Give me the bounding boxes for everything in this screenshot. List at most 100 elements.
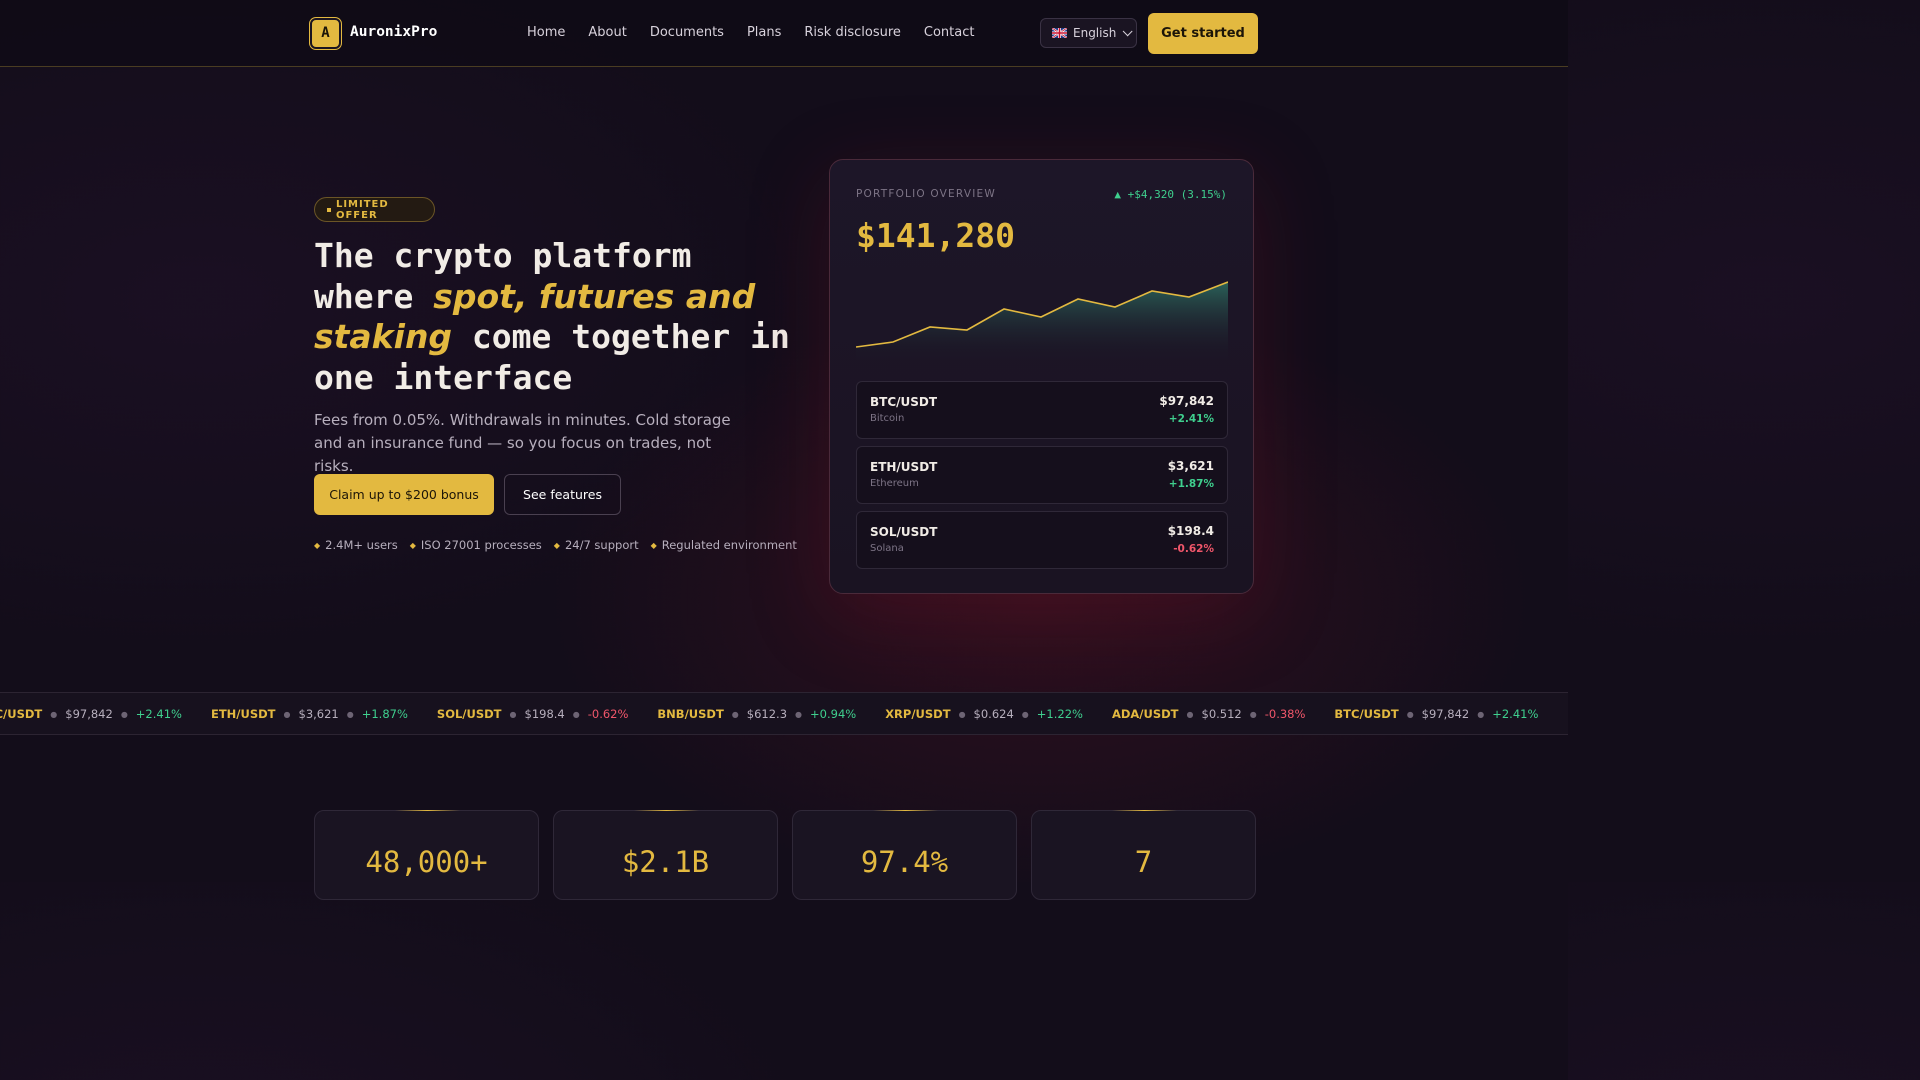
ticker-price: $198.4	[524, 707, 565, 721]
asset-change: -0.62%	[1173, 543, 1214, 555]
ticker-item: ETH/USDT●$3,621●+1.87%	[1567, 707, 1568, 721]
separator-dot-icon: ●	[1406, 709, 1414, 719]
ticker-change: +1.87%	[361, 707, 408, 721]
ticker-item: SOL/USDT ● $198.4 ● -0.62%	[437, 707, 629, 721]
ticker-price: $97,842	[65, 707, 113, 721]
ticker-price: $97,842	[1421, 707, 1470, 721]
stat-value: 7	[1134, 845, 1153, 879]
diamond-icon: ◆	[553, 541, 560, 550]
ticker-change: +2.41%	[135, 707, 182, 721]
ticker-item: ADA/USDT ● $0.512 ● -0.38%	[1112, 707, 1305, 721]
separator-dot-icon: ●	[1477, 709, 1485, 719]
ticker-pair: BTC/USDT	[1334, 707, 1399, 721]
separator-dot-icon: ●	[795, 709, 803, 719]
badge-label: LIMITED OFFER	[335, 198, 389, 221]
brand-name[interactable]: AuronixPro	[350, 24, 437, 40]
ticker-pair: ETH/USDT	[1567, 707, 1568, 721]
chevron-down-icon	[1123, 25, 1133, 36]
nav-link-documents[interactable]: Documents	[650, 25, 724, 40]
stat-accent-line	[395, 810, 460, 811]
stat-card: $2.1B	[553, 810, 778, 900]
stat-value: $2.1B	[621, 845, 710, 879]
trust-item: ◆ 2.4M+ users	[314, 538, 398, 552]
diamond-icon: ◆	[409, 541, 416, 550]
hero-title: The crypto platform where spot, futures …	[314, 236, 794, 398]
separator-dot-icon: ●	[50, 709, 58, 719]
ticker-item: BTC/USDT ● $97,842 ● +2.41%	[1334, 707, 1538, 721]
ticker-change: -0.38%	[1264, 707, 1306, 721]
badge-dot-icon	[327, 207, 331, 212]
ticker-item: ETH/USDT●$3,621●+1.87%	[211, 707, 408, 721]
price-ticker: BTC/USDT ● $97,842 ● +2.41% ETH/USDT ● $3,621 ● +…	[0, 692, 1568, 735]
trust-item: ◆ Regulated environment	[650, 538, 797, 552]
language-label: English	[1073, 26, 1117, 40]
ticker-pair: XRP/USDT	[885, 707, 951, 721]
nav-link-plans[interactable]: Plans	[747, 25, 781, 40]
asset-change: +1.87%	[1168, 478, 1214, 490]
ticker-change: +1.22%	[1036, 707, 1083, 721]
portfolio-total: $141,280	[856, 216, 1015, 255]
ticker-pair: BNB/USDT	[657, 707, 724, 721]
ticker-pair: BTC/USDT	[0, 707, 43, 721]
asset-row-sol[interactable]: SOL/USDT Solana $198.4 -0.62%	[856, 511, 1228, 569]
separator-dot-icon: ●	[1186, 709, 1194, 719]
asset-change: +2.41%	[1168, 413, 1214, 425]
ticker-change: -0.62%	[587, 707, 629, 721]
nav-link-risk-disclosure[interactable]: Risk disclosure	[804, 25, 901, 40]
separator-dot-icon: ●	[958, 709, 966, 719]
ticker-pair: SOL/USDT	[436, 707, 502, 721]
asset-price: $198.4	[1167, 524, 1214, 538]
get-started-button[interactable]: Get started	[1148, 13, 1258, 54]
ticker-track: BTC/USDT ● $97,842 ● +2.41% ETH/USDT ● $3,621 ● +…	[0, 707, 1568, 721]
stat-accent-line	[634, 810, 699, 811]
limited-offer-badge: LIMITED OFFER	[314, 197, 435, 222]
brand-logo-icon[interactable]: A	[310, 18, 341, 49]
portfolio-sparkline	[856, 281, 1228, 365]
ticker-price: $0.512	[1201, 707, 1242, 721]
asset-row-btc[interactable]: BTC/USDT Bitcoin $97,842 +2.41%	[856, 381, 1228, 439]
stat-value: 97.4%	[860, 845, 949, 879]
language-select[interactable]: English	[1040, 18, 1137, 48]
separator-dot-icon: ●	[1021, 709, 1029, 719]
ticker-price: $3,621	[298, 707, 339, 721]
asset-pair: ETH/USDT	[870, 460, 938, 474]
trust-item: ◆ 24/7 support	[553, 538, 639, 552]
ticker-change: +0.94%	[810, 707, 857, 721]
stat-accent-line	[1112, 810, 1177, 811]
nav-link-contact[interactable]: Contact	[924, 25, 975, 40]
separator-dot-icon: ●	[283, 709, 291, 719]
see-features-button[interactable]: See features	[504, 474, 621, 515]
uk-flag-icon	[1052, 28, 1067, 38]
diamond-icon: ◆	[650, 541, 657, 550]
stat-card: 97.4%	[792, 810, 1017, 900]
top-navbar: A AuronixPro Home About Documents Plans …	[0, 0, 1568, 67]
ticker-price: $0.624	[973, 707, 1014, 721]
ticker-item: BTC/USDT ● $97,842 ● +2.41%	[0, 707, 182, 721]
trust-item: ◆ ISO 27001 processes	[409, 538, 542, 552]
hero-subtitle: Fees from 0.05%. Withdrawals in minutes.…	[314, 411, 731, 475]
separator-dot-icon: ●	[731, 709, 739, 719]
nav-link-about[interactable]: About	[588, 25, 626, 40]
separator-dot-icon: ●	[572, 709, 580, 719]
asset-name: Ethereum	[870, 478, 919, 489]
stat-card: 48,000+	[314, 810, 539, 900]
nav-links: Home About Documents Plans Risk disclosu…	[527, 25, 997, 40]
stat-accent-line	[873, 810, 938, 811]
trust-indicators: ◆ 2.4M+ users ◆ ISO 27001 processes ◆ 24/7 …	[314, 538, 809, 552]
ticker-pair: ADA/USDT	[1111, 707, 1179, 721]
ticker-pair: ETH/USDT	[210, 707, 276, 721]
asset-pair: SOL/USDT	[870, 525, 938, 539]
ticker-item: XRP/USDT ● $0.624 ● +1.22%	[885, 707, 1083, 721]
separator-dot-icon: ●	[120, 709, 128, 719]
asset-pair: BTC/USDT	[870, 395, 938, 409]
nav-link-home[interactable]: Home	[527, 25, 565, 40]
asset-name: Bitcoin	[870, 413, 905, 424]
ticker-change: +2.41%	[1492, 707, 1539, 721]
asset-row-eth[interactable]: ETH/USDT Ethereum $3,621 +1.87%	[856, 446, 1228, 504]
stat-card: 7	[1031, 810, 1256, 900]
asset-name: Solana	[870, 543, 904, 554]
ticker-price: $612.3	[746, 707, 788, 721]
diamond-icon: ◆	[314, 541, 321, 550]
claim-bonus-button[interactable]: Claim up to $200 bonus	[314, 474, 494, 515]
ticker-item: BNB/USDT ● $612.3 ● +0.94%	[657, 707, 856, 721]
